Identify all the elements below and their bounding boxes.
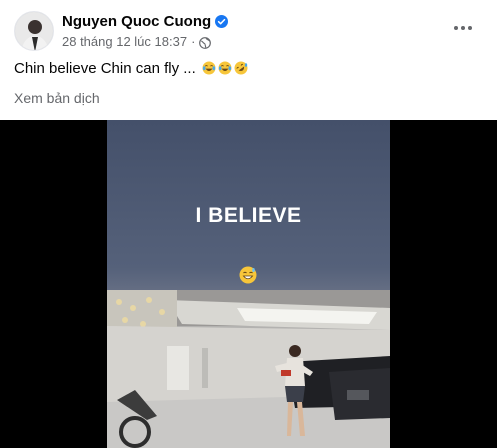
grinning-sweat-emoji-icon: [239, 266, 257, 284]
see-translation-link[interactable]: Xem bản dịch: [14, 90, 100, 108]
post-media[interactable]: I BELIEVE: [0, 120, 497, 448]
author-name[interactable]: Nguyen Quoc Cuong: [62, 13, 211, 30]
post-header: Nguyen Quoc Cuong 28 tháng 12 lúc 18:37 …: [14, 10, 229, 52]
rolling-on-floor-laughing-emoji-icon: [234, 61, 248, 75]
more-options-icon[interactable]: [446, 14, 480, 42]
facebook-post: Nguyen Quoc Cuong 28 tháng 12 lúc 18:37 …: [0, 0, 497, 448]
post-timestamp[interactable]: 28 tháng 12 lúc 18:37: [62, 34, 187, 49]
video-overlay-text: I BELIEVE: [195, 204, 302, 227]
caption-text: Chin believe Chin can fly ...: [14, 59, 200, 77]
post-meta: Nguyen Quoc Cuong 28 tháng 12 lúc 18:37 …: [62, 13, 229, 50]
author-row: Nguyen Quoc Cuong: [62, 13, 229, 31]
tears-of-joy-emoji-icon: [202, 61, 216, 75]
avatar[interactable]: [14, 11, 54, 51]
video-player[interactable]: I BELIEVE: [107, 120, 390, 448]
separator-dot: ·: [191, 34, 196, 49]
verified-badge-icon: [215, 15, 229, 28]
tears-of-joy-emoji-icon: [218, 61, 232, 75]
post-subline: 28 tháng 12 lúc 18:37 ·: [62, 34, 228, 50]
globe-icon[interactable]: [199, 36, 212, 49]
post-caption: Chin believe Chin can fly ...: [14, 58, 248, 78]
garage-scene-image: [107, 290, 390, 448]
